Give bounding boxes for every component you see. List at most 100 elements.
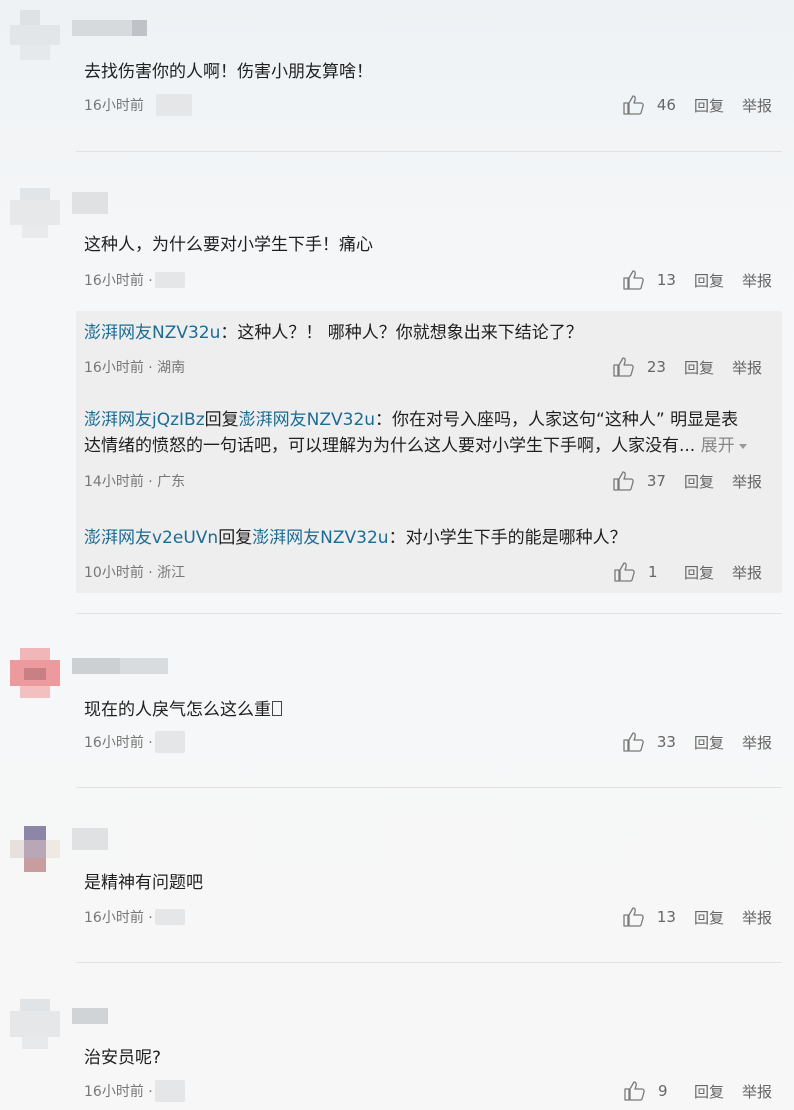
comment-meta: 16小时前 · [84,731,185,753]
thumbs-up-icon [613,471,634,491]
thumbs-up-icon [623,95,644,115]
like-count: 37 [646,472,666,490]
report-button[interactable]: 举报 [742,270,772,291]
reply-content: 你在对号入座吗，人家这句“这种人” 明显是表 [392,410,739,430]
comment-item: 这种人，为什么要对小学生下手！痛心 16小时前 · 13 回复 举报 澎湃网友N… [0,152,794,614]
reply-button[interactable]: 回复 [694,1081,724,1102]
reply-text: 澎湃网友jQzIBz回复澎湃网友NZV32u：你在对号入座吗，人家这句“这种人”… [84,410,739,430]
reply-thread: 澎湃网友NZV32u：这种人？！ 哪种人？你就想象出来下结论了？ 16小时前 ·… [76,311,782,593]
comment-text: 治安员呢? [84,1048,162,1068]
like-count: 13 [656,271,676,289]
avatar[interactable] [10,188,60,238]
like-button[interactable]: 13 [623,907,676,927]
like-count: 33 [656,733,676,751]
comment-meta: 16小时前 · [84,907,185,927]
comment-time: 16小时前 · [84,1084,153,1100]
comment-time: 16小时前 · [84,910,153,926]
reply-button[interactable]: 回复 [694,732,724,753]
comment-actions: 46 回复 举报 [623,95,772,115]
avatar[interactable] [10,999,60,1049]
report-button[interactable]: 举报 [732,471,762,492]
comment-meta: 16小时前 · [84,270,185,290]
avatar[interactable] [10,648,60,698]
like-button[interactable]: 1 [614,562,666,582]
thumbs-up-icon [623,270,644,290]
reply-target-link[interactable]: 澎湃网友NZV32u [239,410,375,430]
comment-item: 去找伤害你的人啊！伤害小朋友算啥！ 16小时前 46 回复 举报 [0,0,794,152]
reply-actions: 23 回复 举报 [613,357,762,377]
thumbs-up-icon [624,1081,645,1101]
comment-text: 这种人，为什么要对小学生下手！痛心 [84,235,373,255]
report-button[interactable]: 举报 [742,732,772,753]
report-button[interactable]: 举报 [742,95,772,116]
avatar[interactable] [10,10,60,60]
reply-meta: 14小时前 · 广东 [84,471,185,491]
expand-button[interactable]: 展开 [701,436,747,456]
comment-text: 去找伤害你的人啊！伤害小朋友算啥！ [84,62,373,82]
reply-content: 这种人？！ 哪种人？你就想象出来下结论了？ [237,323,583,343]
reply-content: 对小学生下手的能是哪种人？ [405,528,627,548]
reply-item: 澎湃网友NZV32u：这种人？！ 哪种人？你就想象出来下结论了？ 16小时前 ·… [84,320,774,380]
reply-button[interactable]: 回复 [684,357,714,378]
comment-time: 16小时前 · [84,735,153,751]
reply-text-line2: 达情绪的愤怒的一句话吧，可以理解为为什么这人要对小学生下手啊，人家没有... 展… [84,433,747,459]
like-count: 1 [647,563,658,581]
comment-time: 16小时前 [84,98,144,114]
location-blurred [154,272,185,288]
reply-button[interactable]: 回复 [694,270,724,291]
avatar[interactable] [10,826,60,876]
thumbs-up-icon [623,732,644,752]
reply-author-link[interactable]: 澎湃网友jQzIBz [84,410,205,430]
reply-actions: 37 回复 举报 [613,471,762,491]
reply-button[interactable]: 回复 [694,907,724,928]
like-count: 9 [657,1082,668,1100]
reply-actions: 1 回复 举报 [614,562,762,582]
reply-author-link[interactable]: 澎湃网友NZV32u [84,323,220,343]
reply-button[interactable]: 回复 [694,95,724,116]
reply-target-link[interactable]: 澎湃网友NZV32u [252,528,388,548]
report-button[interactable]: 举报 [732,562,762,583]
location-blurred [154,731,185,753]
comment-actions: 13 回复 举报 [623,907,772,927]
reply-item: 澎湃网友jQzIBz回复澎湃网友NZV32u：你在对号入座吗，人家这句“这种人”… [84,407,774,497]
reply-time-location: 10小时前 · 浙江 [84,565,186,581]
report-button[interactable]: 举报 [732,357,762,378]
like-button[interactable]: 13 [623,270,676,290]
location-blurred [154,909,185,925]
comment-meta: 16小时前 [84,94,192,116]
comment-actions: 33 回复 举报 [623,732,772,752]
report-button[interactable]: 举报 [742,907,772,928]
comment-item: 现在的人戾气怎么这么重 16小时前 · 33 回复 举报 [0,614,794,788]
reply-time-location: 16小时前 · 湖南 [84,360,186,376]
comment-text: 现在的人戾气怎么这么重 [84,697,282,723]
reply-text: 澎湃网友v2eUVn回复澎湃网友NZV32u：对小学生下手的能是哪种人？ [84,528,627,548]
comment-actions: 9 回复 举报 [624,1081,772,1101]
comment-item: 治安员呢? 16小时前 · 9 回复 举报 [0,963,794,1110]
reply-button[interactable]: 回复 [684,471,714,492]
reply-meta: 16小时前 · 湖南 [84,357,185,377]
comment-item: 是精神有问题吧 16小时前 · 13 回复 举报 [0,788,794,963]
like-button[interactable]: 46 [623,95,676,115]
reply-text: 澎湃网友NZV32u：这种人？！ 哪种人？你就想象出来下结论了？ [84,323,583,343]
like-button[interactable]: 9 [624,1081,676,1101]
report-button[interactable]: 举报 [742,1081,772,1102]
like-button[interactable]: 23 [613,357,666,377]
like-count: 13 [656,908,676,926]
like-button[interactable]: 33 [623,732,676,752]
like-count: 23 [646,358,666,376]
like-count: 46 [656,96,676,114]
thumbs-up-icon [613,357,634,377]
comment-time: 16小时前 · [84,273,153,289]
reply-button[interactable]: 回复 [684,562,714,583]
thumbs-up-icon [614,562,635,582]
broken-glyph-icon [272,701,282,716]
chevron-down-icon [738,443,747,449]
like-button[interactable]: 37 [613,471,666,491]
reply-meta: 10小时前 · 浙江 [84,562,185,582]
reply-author-link[interactable]: 澎湃网友v2eUVn [84,528,218,548]
reply-item: 澎湃网友v2eUVn回复澎湃网友NZV32u：对小学生下手的能是哪种人？ 10小… [84,525,774,585]
reply-time-location: 14小时前 · 广东 [84,474,186,490]
location-blurred [154,1080,185,1102]
thumbs-up-icon [623,907,644,927]
comment-text: 是精神有问题吧 [84,873,203,893]
